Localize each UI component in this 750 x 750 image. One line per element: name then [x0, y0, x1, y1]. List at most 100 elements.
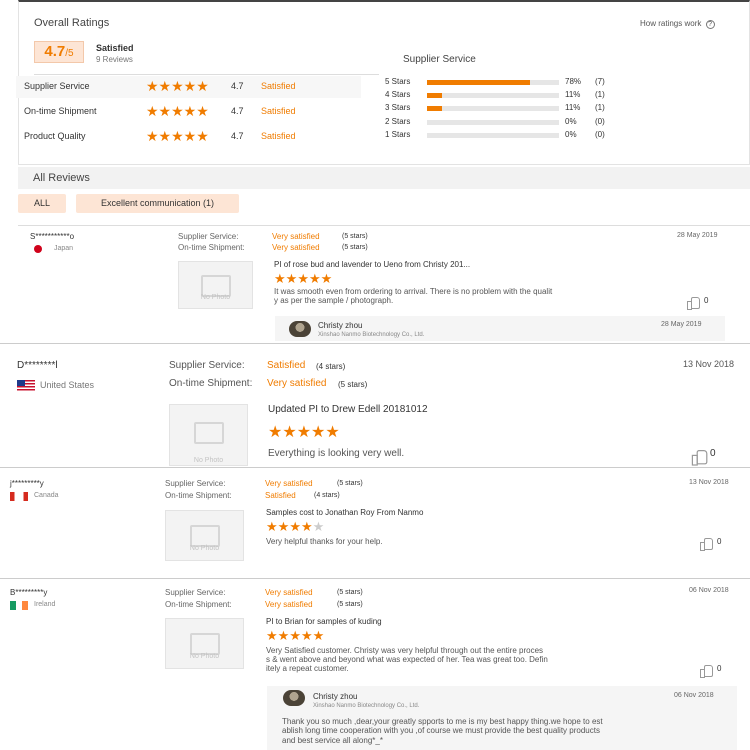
star-filled-icon: ★	[289, 519, 301, 534]
like-count: 0	[717, 537, 722, 546]
image-icon	[189, 524, 220, 547]
product-photo-placeholder[interactable]: No Photo	[165, 618, 244, 669]
star-filled-icon: ★	[285, 271, 298, 286]
review-text: Very helpful thanks for your help.	[266, 537, 383, 546]
reply-text: Thank you so much ,dear,your greatly spp…	[282, 717, 603, 726]
supplier-service-value: Very satisfied	[265, 479, 313, 488]
overall-ratings-title: Overall Ratings	[34, 17, 110, 29]
star-filled-icon: ★	[277, 628, 290, 643]
avatar	[283, 690, 305, 706]
like-count: 0	[710, 448, 716, 459]
supplier-service-label: Supplier Service:	[165, 588, 226, 597]
bar-row-5-stars: 5 Stars 78% (7)	[385, 77, 605, 86]
thumbs-up-icon[interactable]	[700, 537, 713, 551]
star-filled-icon: ★	[325, 424, 340, 441]
star-filled-icon: ★	[277, 519, 290, 534]
question-icon: ?	[705, 20, 715, 29]
bar-fill	[427, 80, 530, 85]
star-filled-icon: ★	[308, 271, 321, 286]
shipment-value: Very satisfied	[265, 600, 313, 609]
ireland-flag-icon	[10, 601, 28, 610]
star-filled-icon: ★	[297, 271, 309, 286]
bar-row-4-stars: 4 Stars 11% (1)	[385, 90, 605, 99]
star-rating: ★★★★★	[146, 78, 209, 94]
bar-track	[427, 93, 559, 98]
reply-date: 28 May 2019	[661, 321, 702, 328]
thumbs-up-icon[interactable]	[687, 296, 700, 310]
bar-fill	[427, 106, 442, 111]
product-photo-placeholder[interactable]: No Photo	[165, 510, 244, 561]
score-value: 4.7	[44, 43, 66, 60]
shipment-value: Very satisfied	[267, 378, 327, 389]
shipment-value: Satisfied	[265, 491, 296, 500]
bar-track	[427, 106, 559, 111]
avatar	[289, 321, 311, 337]
reply-name: Christy zhou	[318, 321, 363, 330]
canada-flag-icon	[10, 492, 28, 501]
product-link[interactable]: PI of rose bud and lavender to Ueno from…	[274, 260, 470, 269]
thumbs-up-icon[interactable]	[691, 449, 708, 466]
review-date: 13 Nov 2018	[683, 359, 735, 369]
reviewer-name: B*********y	[10, 588, 48, 597]
like-count: 0	[717, 664, 722, 673]
reply-name: Christy zhou	[313, 692, 358, 701]
bar-row-1-stars: 1 Stars 0% (0)	[385, 130, 605, 139]
all-reviews-title: All Reviews	[33, 172, 90, 184]
product-link[interactable]: Samples cost to Jonathan Roy From Nanmo	[266, 508, 423, 517]
reviewer-name: S***********o	[30, 232, 75, 241]
product-link[interactable]: Updated PI to Drew Edell 20181012	[268, 404, 428, 415]
supplier-service-value: Very satisfied	[265, 588, 313, 597]
divider	[0, 578, 750, 579]
shipment-label: On-time Shipment:	[169, 378, 253, 389]
rating-row-product-quality: Product Quality ★★★★★ 4.7 Satisfied	[24, 128, 296, 144]
bar-row-3-stars: 3 Stars 11% (1)	[385, 103, 605, 112]
supplier-service-label: Supplier Service:	[165, 479, 226, 488]
star-empty-icon: ★	[312, 519, 325, 534]
reviewer-name: j*********y	[10, 479, 44, 488]
thumbs-up-icon[interactable]	[700, 664, 713, 678]
star-filled-icon: ★	[296, 424, 312, 441]
filter-excellent-communication[interactable]: Excellent communication (1)	[76, 194, 239, 213]
star-filled-icon: ★	[266, 628, 278, 643]
shipment-label: On-time Shipment:	[165, 600, 232, 609]
how-ratings-work-link[interactable]: How ratings work ?	[640, 19, 715, 29]
divider	[34, 74, 379, 75]
review-date: 06 Nov 2018	[689, 587, 729, 594]
star-filled-icon: ★	[266, 519, 278, 534]
reply-company: Xinshao Nanmo Biotechnology Co., Ltd.	[318, 332, 425, 338]
star-filled-icon: ★	[312, 628, 325, 643]
review-date: 13 Nov 2018	[689, 479, 729, 486]
star-filled-icon: ★	[300, 628, 313, 643]
star-filled-icon: ★	[282, 424, 297, 441]
rating-row-supplier-service: Supplier Service ★★★★★ 4.7 Satisfied	[16, 76, 361, 98]
reply-company: Xinshao Nanmo Biotechnology Co., Ltd.	[313, 703, 420, 709]
reviewer-country: Ireland	[34, 601, 56, 608]
star-filled-icon: ★	[320, 271, 333, 286]
us-flag-icon	[17, 380, 35, 391]
supplier-service-stars: (5 stars)	[337, 480, 363, 487]
supplier-service-stars: (5 stars)	[337, 589, 363, 596]
review-text: Everything is looking very well.	[268, 448, 405, 459]
shipment-stars: (5 stars)	[342, 244, 368, 251]
filter-all[interactable]: ALL	[18, 194, 66, 213]
star-filled-icon: ★	[311, 424, 326, 441]
product-photo-placeholder[interactable]: No Photo	[178, 261, 253, 309]
supplier-service-label: Supplier Service:	[178, 232, 239, 241]
star-filled-icon: ★	[289, 628, 301, 643]
star-rating: ★★★★★	[146, 128, 209, 144]
supplier-service-stars: (4 stars)	[316, 362, 346, 371]
reviews-count: 9 Reviews	[96, 55, 133, 64]
product-photo-placeholder[interactable]: No Photo	[169, 404, 248, 466]
supplier-reply: Christy zhou Xinshao Nanmo Biotechnology…	[275, 316, 725, 341]
shipment-stars: (5 stars)	[338, 380, 368, 389]
rating-row-on-time-shipment: On-time Shipment ★★★★★ 4.7 Satisfied	[24, 103, 296, 119]
review-rating: ★★★★★	[268, 422, 340, 442]
shipment-label: On-time Shipment:	[165, 491, 232, 500]
supplier-service-value: Satisfied	[267, 360, 306, 371]
score-label: Satisfied	[96, 43, 134, 53]
reviewer-country: United States	[40, 380, 95, 390]
review-rating: ★★★★★	[266, 519, 324, 535]
score-suffix: /5	[65, 48, 74, 59]
product-link[interactable]: PI to Brian for samples of kuding	[266, 617, 382, 626]
image-icon	[193, 421, 224, 444]
